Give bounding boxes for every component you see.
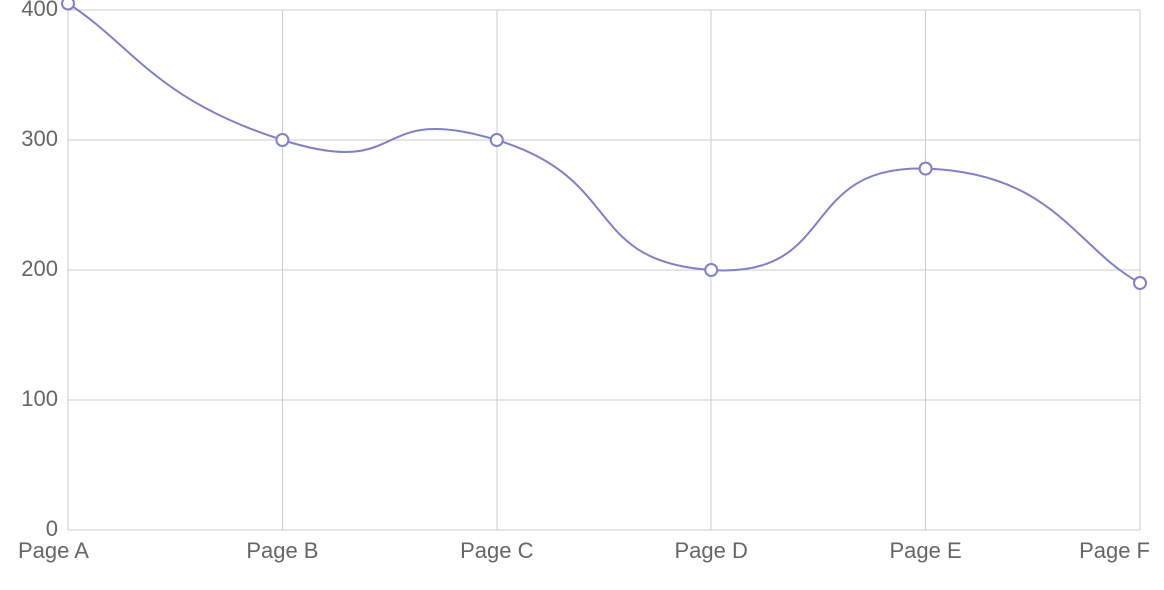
y-tick-label: 400 bbox=[21, 0, 58, 21]
x-tick-label: Page D bbox=[675, 538, 748, 563]
data-point[interactable] bbox=[920, 163, 932, 175]
x-axis-ticks: Page A Page B Page C Page D Page E Page F bbox=[18, 538, 1150, 563]
x-tick-label: Page E bbox=[890, 538, 962, 563]
y-tick-label: 100 bbox=[21, 386, 58, 411]
chart-svg: 0100200300400 Page APage BPage CPage DPa… bbox=[0, 0, 1164, 590]
chart-series bbox=[68, 4, 1140, 284]
series-line bbox=[68, 4, 1140, 284]
line-chart: 0100200300400 Page APage BPage CPage DPa… bbox=[0, 0, 1164, 590]
y-tick-label: 200 bbox=[21, 256, 58, 281]
x-tick-label: Page A bbox=[18, 538, 89, 563]
x-tick-label: Page B bbox=[246, 538, 318, 563]
data-point[interactable] bbox=[62, 0, 74, 10]
y-axis-ticks: 0100200300400 bbox=[21, 0, 58, 541]
data-point[interactable] bbox=[1134, 277, 1146, 289]
data-point[interactable] bbox=[276, 134, 288, 146]
data-point[interactable] bbox=[491, 134, 503, 146]
chart-points bbox=[62, 0, 1146, 289]
chart-grid bbox=[68, 10, 1140, 530]
y-tick-label: 300 bbox=[21, 126, 58, 151]
x-tick-label: Page F bbox=[1079, 538, 1150, 563]
data-point[interactable] bbox=[705, 264, 717, 276]
x-tick-label: Page C bbox=[460, 538, 533, 563]
